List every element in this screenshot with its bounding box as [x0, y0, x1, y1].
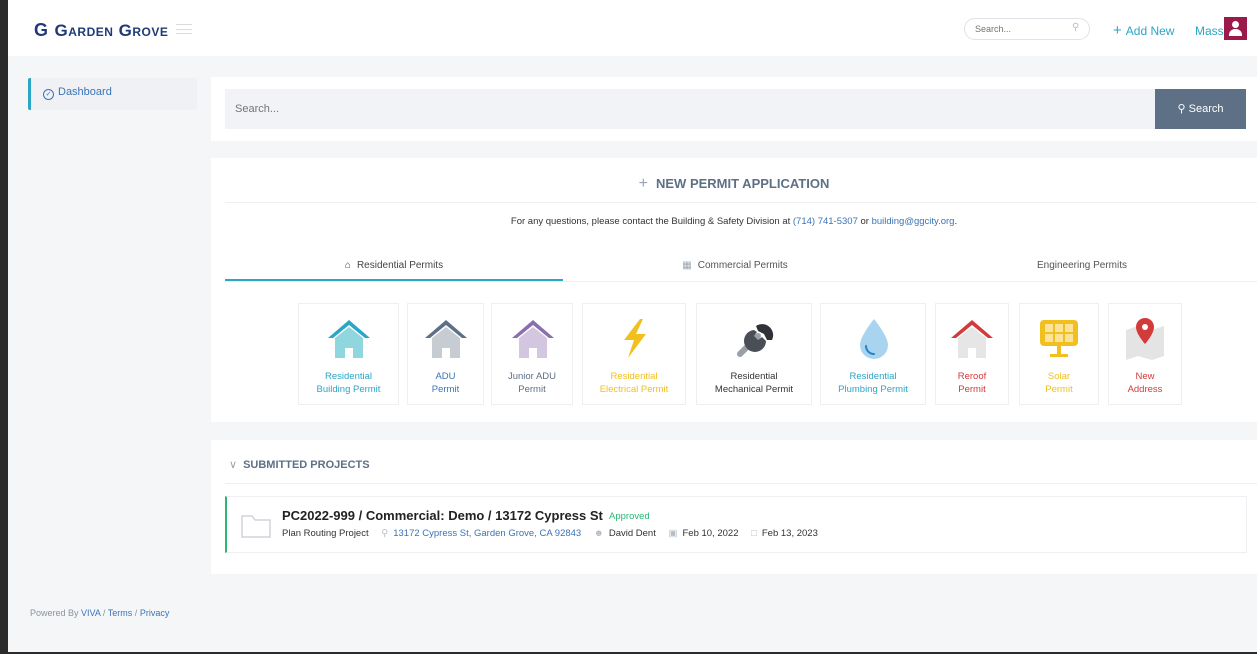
user-head-shape — [1232, 21, 1239, 28]
sidebar-item-label: Dashboard — [58, 86, 112, 98]
search-button[interactable]: ⚲ Search — [1155, 89, 1246, 129]
divider — [225, 483, 1257, 484]
avatar[interactable] — [1224, 17, 1247, 40]
status-badge: Approved — [609, 511, 650, 522]
contact-info: For any questions, please contact the Bu… — [211, 216, 1257, 227]
card-label: New Address — [1127, 371, 1163, 395]
dashboard-gauge-icon: ✓ — [43, 89, 54, 100]
main-search-input[interactable] — [225, 89, 1155, 129]
add-new-button[interactable]: + Add New — [1113, 22, 1174, 39]
user-name[interactable]: Mass — [1195, 24, 1224, 38]
building-icon: ▦ — [682, 260, 692, 271]
lightning-icon — [624, 319, 646, 358]
card-residential-building-permit[interactable]: Residential Building Permit — [298, 303, 399, 405]
house-icon: ⌂ — [344, 260, 351, 271]
permit-tabs: ⌂ Residential Permits ▦ Commercial Permits… — [225, 254, 1257, 282]
card-residential-electrical-permit[interactable]: Residential Electrical Permit — [582, 303, 686, 405]
viva-link[interactable]: VIVA — [81, 608, 100, 618]
card-label: Residential Mechanical Permit — [714, 371, 794, 395]
house-gray-icon — [425, 320, 467, 358]
tab-residential-permits[interactable]: ⌂ Residential Permits — [225, 260, 563, 271]
calendar-icon: □ — [751, 528, 757, 539]
footer-separator: / — [102, 608, 106, 618]
submitted-projects-title: SUBMITTED PROJECTS — [243, 459, 370, 471]
plus-icon: + — [1113, 22, 1122, 39]
top-bar: G Garden Grove ⚲ +Add New Mass — [8, 0, 1257, 56]
project-person: David Dent — [608, 528, 656, 539]
card-adu-permit[interactable]: ADU Permit — [407, 303, 484, 405]
calendar-icon: ▣ — [668, 528, 678, 539]
search-icon[interactable]: ⚲ — [1072, 22, 1079, 33]
permit-cards: Residential Building Permit ADU Permit J… — [211, 303, 1257, 407]
contact-period: . — [954, 216, 958, 227]
card-label: Residential Electrical Permit — [599, 371, 669, 395]
new-permit-application-header[interactable]: + NEW PERMIT APPLICATION — [211, 175, 1257, 193]
plus-icon: + — [638, 175, 648, 192]
sidebar-item-dashboard[interactable]: ✓ Dashboard — [28, 78, 197, 110]
location-pin-icon: ⚲ — [381, 528, 389, 539]
email-link[interactable]: building@ggcity.org — [872, 216, 955, 227]
person-icon: ☻ — [593, 528, 604, 539]
footer-separator: / — [134, 608, 138, 618]
tab-label: Commercial Permits — [697, 260, 788, 271]
search-icon: ⚲ — [1177, 103, 1186, 115]
project-end-date: Feb 13, 2023 — [761, 528, 818, 539]
tab-commercial-permits[interactable]: ▦ Commercial Permits — [563, 260, 907, 271]
phone-link[interactable]: (714) 741-5307 — [793, 216, 858, 227]
card-new-address[interactable]: New Address — [1108, 303, 1182, 405]
privacy-link[interactable]: Privacy — [140, 608, 170, 618]
project-address-link[interactable]: 13172 Cypress St, Garden Grove, CA 92843 — [393, 528, 581, 539]
card-label: Residential Plumbing Permit — [838, 371, 908, 395]
logo[interactable]: G Garden Grove — [34, 20, 168, 41]
hamburger-menu-icon[interactable] — [176, 24, 192, 34]
card-residential-mechanical-permit[interactable]: Residential Mechanical Permit — [696, 303, 812, 405]
terms-link[interactable]: Terms — [108, 608, 133, 618]
folder-icon — [241, 515, 271, 538]
submitted-projects-panel: ∨ SUBMITTED PROJECTS PC2022-999 / Commerc… — [211, 440, 1257, 574]
project-meta: Plan Routing Project ⚲ 13172 Cypress St, … — [282, 528, 818, 539]
app-window: G Garden Grove ⚲ +Add New Mass ✓Dashboar… — [8, 0, 1257, 652]
project-row[interactable]: PC2022-999 / Commercial: Demo / 13172 Cy… — [225, 496, 1247, 553]
submitted-projects-header[interactable]: ∨ SUBMITTED PROJECTS — [229, 458, 370, 471]
divider — [225, 202, 1257, 203]
footer: Powered By VIVA / Terms / Privacy — [30, 608, 169, 618]
card-reroof-permit[interactable]: Reroof Permit — [935, 303, 1009, 405]
house-teal-icon — [328, 320, 370, 358]
project-title[interactable]: PC2022-999 / Commercial: Demo / 13172 Cy… — [282, 508, 603, 523]
chevron-down-icon: ∨ — [229, 459, 238, 471]
contact-text: For any questions, please contact the Bu… — [510, 216, 791, 227]
card-label: Reroof Permit — [957, 371, 987, 395]
contact-or: or — [860, 216, 869, 227]
card-label: Solar Permit — [1045, 371, 1073, 395]
project-start-date: Feb 10, 2022 — [682, 528, 739, 539]
new-permit-title: NEW PERMIT APPLICATION — [656, 176, 830, 191]
add-new-label: Add New — [1125, 24, 1175, 38]
roof-red-icon — [951, 320, 993, 358]
map-pin-icon — [1126, 318, 1164, 360]
card-label: ADU Permit — [431, 371, 460, 395]
card-residential-plumbing-permit[interactable]: Residential Plumbing Permit — [820, 303, 926, 405]
logo-mark: G — [34, 20, 49, 40]
tab-label: Residential Permits — [356, 260, 444, 271]
house-purple-icon — [512, 320, 554, 358]
tab-label: Engineering Permits — [1036, 260, 1128, 271]
wrench-icon — [737, 324, 774, 357]
card-junior-adu-permit[interactable]: Junior ADU Permit — [491, 303, 573, 405]
card-label: Junior ADU Permit — [507, 371, 557, 395]
search-button-label: Search — [1188, 103, 1224, 115]
active-tab-indicator — [225, 279, 563, 281]
solar-panel-icon — [1040, 320, 1078, 357]
search-panel: ⚲ Search — [211, 77, 1257, 141]
project-type: Plan Routing Project — [282, 528, 369, 539]
powered-by-text: Powered By — [30, 608, 79, 618]
card-solar-permit[interactable]: Solar Permit — [1019, 303, 1099, 405]
permit-application-panel: + NEW PERMIT APPLICATION For any question… — [211, 158, 1257, 422]
tab-engineering-permits[interactable]: Engineering Permits — [907, 260, 1257, 271]
card-label: Residential Building Permit — [316, 371, 381, 395]
user-body-shape — [1229, 29, 1242, 36]
water-drop-icon — [860, 319, 888, 359]
logo-text: Garden Grove — [54, 20, 169, 40]
